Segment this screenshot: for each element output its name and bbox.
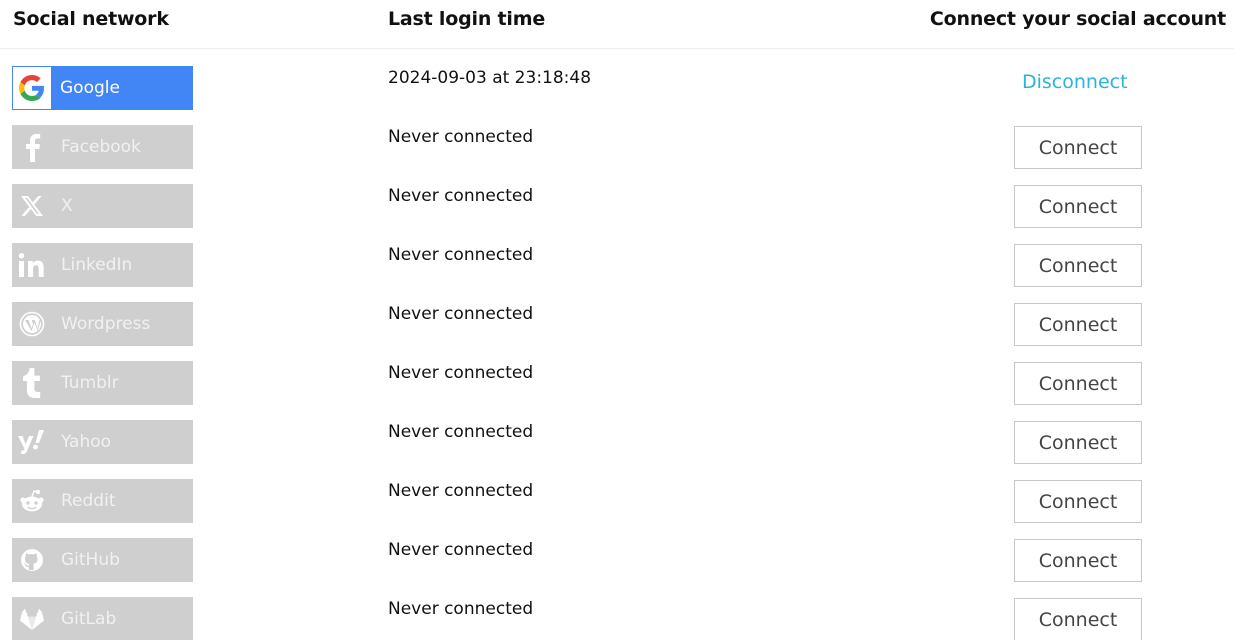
connect-button-gitlab[interactable]: Connect [1014, 598, 1142, 640]
x-icon [12, 184, 52, 228]
google-label: Google [60, 78, 120, 98]
last-login-time: Never connected [388, 422, 534, 442]
connect-button-reddit[interactable]: Connect [1014, 480, 1142, 523]
table-row: GitLab Never connected Connect [0, 589, 1234, 640]
table-row: Google 2024-09-03 at 23:18:48 Disconnect [0, 58, 1234, 117]
table-row: GitHub Never connected Connect [0, 530, 1234, 589]
connect-button-facebook[interactable]: Connect [1014, 126, 1142, 169]
github-button[interactable]: GitHub [12, 538, 193, 582]
gitlab-label: GitLab [61, 609, 117, 629]
x-label: X [61, 196, 73, 216]
last-login-time: Never connected [388, 245, 534, 265]
wordpress-button[interactable]: Wordpress [12, 302, 193, 346]
google-button[interactable]: Google [12, 66, 193, 110]
connect-button-tumblr[interactable]: Connect [1014, 362, 1142, 405]
header-social-network: Social network [13, 8, 169, 30]
table-row: Yahoo Never connected Connect [0, 412, 1234, 471]
github-label: GitHub [61, 550, 120, 570]
connect-button-github[interactable]: Connect [1014, 539, 1142, 582]
connect-button-x[interactable]: Connect [1014, 185, 1142, 228]
reddit-button[interactable]: Reddit [12, 479, 193, 523]
last-login-time: Never connected [388, 304, 534, 324]
last-login-time: Never connected [388, 599, 534, 619]
linkedin-label: LinkedIn [61, 255, 133, 275]
disconnect-link[interactable]: Disconnect [1022, 71, 1128, 93]
tumblr-icon [12, 361, 52, 405]
table-row: Reddit Never connected Connect [0, 471, 1234, 530]
reddit-label: Reddit [61, 491, 116, 511]
linkedin-button[interactable]: LinkedIn [12, 243, 193, 287]
last-login-time: 2024-09-03 at 23:18:48 [388, 68, 592, 88]
social-accounts-page: Social network Last login time Connect y… [0, 0, 1234, 640]
yahoo-button[interactable]: Yahoo [12, 420, 193, 464]
yahoo-icon [12, 420, 52, 464]
table-header: Social network Last login time Connect y… [0, 0, 1234, 49]
last-login-time: Never connected [388, 540, 534, 560]
table-row: Tumblr Never connected Connect [0, 353, 1234, 412]
last-login-time: Never connected [388, 127, 534, 147]
header-last-login: Last login time [388, 8, 546, 30]
last-login-time: Never connected [388, 363, 534, 383]
tumblr-button[interactable]: Tumblr [12, 361, 193, 405]
connect-button-wordpress[interactable]: Connect [1014, 303, 1142, 346]
reddit-icon [12, 479, 52, 523]
tumblr-label: Tumblr [61, 373, 119, 393]
yahoo-label: Yahoo [61, 432, 112, 452]
header-connect: Connect your social account [929, 8, 1226, 30]
table-row: X Never connected Connect [0, 176, 1234, 235]
linkedin-icon [12, 243, 52, 287]
wordpress-label: Wordpress [61, 314, 151, 334]
table-row: LinkedIn Never connected Connect [0, 235, 1234, 294]
github-icon [12, 538, 52, 582]
facebook-icon [12, 125, 52, 169]
connect-button-yahoo[interactable]: Connect [1014, 421, 1142, 464]
wordpress-icon [12, 302, 52, 346]
facebook-button[interactable]: Facebook [12, 125, 193, 169]
table-row: Facebook Never connected Connect [0, 117, 1234, 176]
table-row: Wordpress Never connected Connect [0, 294, 1234, 353]
facebook-label: Facebook [61, 137, 141, 157]
google-icon [13, 67, 51, 109]
connect-button-linkedin[interactable]: Connect [1014, 244, 1142, 287]
last-login-time: Never connected [388, 186, 534, 206]
x-button[interactable]: X [12, 184, 193, 228]
last-login-time: Never connected [388, 481, 534, 501]
gitlab-button[interactable]: GitLab [12, 597, 193, 640]
gitlab-icon [12, 597, 52, 640]
